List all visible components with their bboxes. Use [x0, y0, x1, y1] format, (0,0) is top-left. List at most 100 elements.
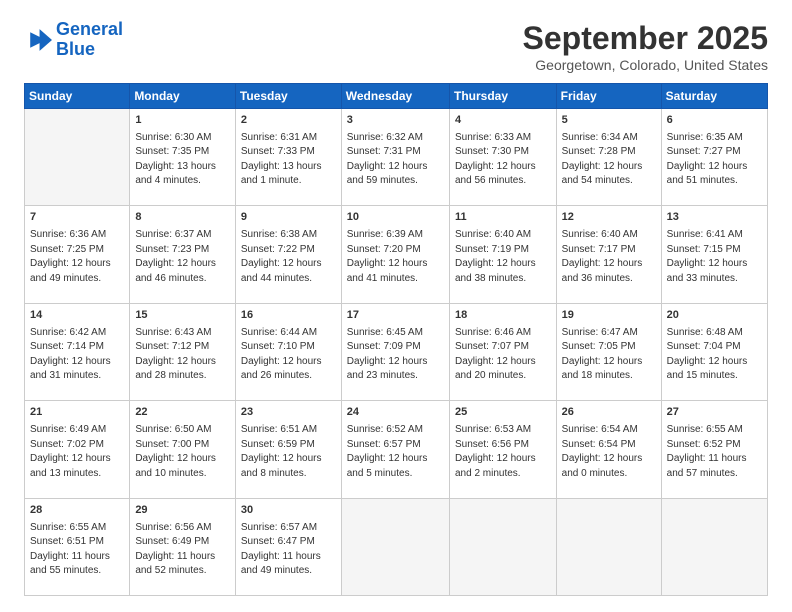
- calendar-cell: 2 Sunrise: 6:31 AM Sunset: 7:33 PM Daylig…: [235, 109, 341, 206]
- calendar-cell: 4 Sunrise: 6:33 AM Sunset: 7:30 PM Daylig…: [449, 109, 556, 206]
- day-number: 18: [455, 308, 551, 324]
- day-number: 7: [30, 210, 124, 226]
- page: General Blue September 2025 Georgetown, …: [0, 0, 792, 612]
- cell-content: Sunrise: 6:56 AM Sunset: 6:49 PM Dayligh…: [135, 521, 230, 579]
- week-row-1: 1Sunrise: 6:30 AM Sunset: 7:35 PM Daylig…: [25, 109, 768, 206]
- calendar-cell: 19 Sunrise: 6:47 AM Sunset: 7:05 PM Dayli…: [556, 303, 661, 400]
- cell-content: Sunrise: 6:48 AM Sunset: 7:04 PM Dayligh…: [667, 326, 762, 384]
- calendar-cell: 29 Sunrise: 6:56 AM Sunset: 6:49 PM Dayli…: [130, 498, 236, 595]
- day-number: 11: [455, 210, 551, 226]
- cell-content: Sunrise: 6:43 AM Sunset: 7:12 PM Dayligh…: [135, 326, 230, 384]
- day-number: 15: [135, 308, 230, 324]
- cell-content: Sunrise: 6:34 AM Sunset: 7:28 PM Dayligh…: [562, 131, 656, 189]
- cell-content: Sunrise: 6:45 AM Sunset: 7:09 PM Dayligh…: [347, 326, 444, 384]
- weekday-header-monday: Monday: [130, 84, 236, 109]
- day-number: 3: [347, 113, 444, 129]
- cell-content: Sunrise: 6:54 AM Sunset: 6:54 PM Dayligh…: [562, 423, 656, 481]
- day-number: 13: [667, 210, 762, 226]
- day-number: 12: [562, 210, 656, 226]
- cell-content: Sunrise: 6:39 AM Sunset: 7:20 PM Dayligh…: [347, 228, 444, 286]
- day-number: 9: [241, 210, 336, 226]
- cell-content: Sunrise: 6:44 AM Sunset: 7:10 PM Dayligh…: [241, 326, 336, 384]
- cell-content: Sunrise: 6:53 AM Sunset: 6:56 PM Dayligh…: [455, 423, 551, 481]
- day-number: 2: [241, 113, 336, 129]
- calendar-cell: 15 Sunrise: 6:43 AM Sunset: 7:12 PM Dayli…: [130, 303, 236, 400]
- day-number: 17: [347, 308, 444, 324]
- calendar-cell: 20 Sunrise: 6:48 AM Sunset: 7:04 PM Dayli…: [661, 303, 767, 400]
- cell-content: Sunrise: 6:41 AM Sunset: 7:15 PM Dayligh…: [667, 228, 762, 286]
- calendar-cell: 11 Sunrise: 6:40 AM Sunset: 7:19 PM Dayli…: [449, 206, 556, 303]
- day-number: 10: [347, 210, 444, 226]
- week-row-2: 7 Sunrise: 6:36 AM Sunset: 7:25 PM Daylig…: [25, 206, 768, 303]
- cell-content: Sunrise: 6:51 AM Sunset: 6:59 PM Dayligh…: [241, 423, 336, 481]
- week-row-5: 28 Sunrise: 6:55 AM Sunset: 6:51 PM Dayli…: [25, 498, 768, 595]
- cell-content: Sunrise: 6:40 AM Sunset: 7:17 PM Dayligh…: [562, 228, 656, 286]
- day-number: 24: [347, 405, 444, 421]
- calendar-cell: 6 Sunrise: 6:35 AM Sunset: 7:27 PM Daylig…: [661, 109, 767, 206]
- week-row-4: 21 Sunrise: 6:49 AM Sunset: 7:02 PM Dayli…: [25, 401, 768, 498]
- month-title: September 2025: [523, 20, 768, 57]
- day-number: 20: [667, 308, 762, 324]
- calendar-cell: 7 Sunrise: 6:36 AM Sunset: 7:25 PM Daylig…: [25, 206, 130, 303]
- day-number: 4: [455, 113, 551, 129]
- day-number: 29: [135, 503, 230, 519]
- calendar-cell: 9 Sunrise: 6:38 AM Sunset: 7:22 PM Daylig…: [235, 206, 341, 303]
- cell-content: Sunrise: 6:49 AM Sunset: 7:02 PM Dayligh…: [30, 423, 124, 481]
- day-number: 8: [135, 210, 230, 226]
- cell-content: Sunrise: 6:35 AM Sunset: 7:27 PM Dayligh…: [667, 131, 762, 189]
- calendar-cell: 3 Sunrise: 6:32 AM Sunset: 7:31 PM Daylig…: [341, 109, 449, 206]
- header: General Blue September 2025 Georgetown, …: [24, 20, 768, 73]
- cell-content: Sunrise: 6:32 AM Sunset: 7:31 PM Dayligh…: [347, 131, 444, 189]
- calendar-cell: 14 Sunrise: 6:42 AM Sunset: 7:14 PM Dayli…: [25, 303, 130, 400]
- cell-content: Sunrise: 6:52 AM Sunset: 6:57 PM Dayligh…: [347, 423, 444, 481]
- calendar-cell: 22Sunrise: 6:50 AM Sunset: 7:00 PM Dayli…: [130, 401, 236, 498]
- weekday-header-friday: Friday: [556, 84, 661, 109]
- day-number: 19: [562, 308, 656, 324]
- day-number: 5: [562, 113, 656, 129]
- weekday-header-saturday: Saturday: [661, 84, 767, 109]
- day-number: 28: [30, 503, 124, 519]
- day-number: 30: [241, 503, 336, 519]
- weekday-header-row: SundayMondayTuesdayWednesdayThursdayFrid…: [25, 84, 768, 109]
- day-number: 23: [241, 405, 336, 421]
- calendar-cell: 30Sunrise: 6:57 AM Sunset: 6:47 PM Dayli…: [235, 498, 341, 595]
- cell-content: Sunrise: 6:33 AM Sunset: 7:30 PM Dayligh…: [455, 131, 551, 189]
- calendar-cell: 25Sunrise: 6:53 AM Sunset: 6:56 PM Dayli…: [449, 401, 556, 498]
- calendar-cell: 8 Sunrise: 6:37 AM Sunset: 7:23 PM Daylig…: [130, 206, 236, 303]
- cell-content: Sunrise: 6:47 AM Sunset: 7:05 PM Dayligh…: [562, 326, 656, 384]
- cell-content: Sunrise: 6:37 AM Sunset: 7:23 PM Dayligh…: [135, 228, 230, 286]
- day-number: 14: [30, 308, 124, 324]
- calendar-cell: 28 Sunrise: 6:55 AM Sunset: 6:51 PM Dayli…: [25, 498, 130, 595]
- cell-content: Sunrise: 6:42 AM Sunset: 7:14 PM Dayligh…: [30, 326, 124, 384]
- cell-content: Sunrise: 6:50 AM Sunset: 7:00 PM Dayligh…: [135, 423, 230, 481]
- day-number: 21: [30, 405, 124, 421]
- calendar-cell: 17 Sunrise: 6:45 AM Sunset: 7:09 PM Dayli…: [341, 303, 449, 400]
- calendar-cell: [341, 498, 449, 595]
- calendar-cell: [25, 109, 130, 206]
- cell-content: Sunrise: 6:46 AM Sunset: 7:07 PM Dayligh…: [455, 326, 551, 384]
- calendar-table: SundayMondayTuesdayWednesdayThursdayFrid…: [24, 83, 768, 596]
- logo: General Blue: [24, 20, 123, 60]
- cell-content: Sunrise: 6:55 AM Sunset: 6:51 PM Dayligh…: [30, 521, 124, 579]
- calendar-cell: 16 Sunrise: 6:44 AM Sunset: 7:10 PM Dayli…: [235, 303, 341, 400]
- cell-content: Sunrise: 6:40 AM Sunset: 7:19 PM Dayligh…: [455, 228, 551, 286]
- day-number: 27: [667, 405, 762, 421]
- cell-content: Sunrise: 6:55 AM Sunset: 6:52 PM Dayligh…: [667, 423, 762, 481]
- title-block: September 2025 Georgetown, Colorado, Uni…: [523, 20, 768, 73]
- day-number: 6: [667, 113, 762, 129]
- cell-content: Sunrise: 6:36 AM Sunset: 7:25 PM Dayligh…: [30, 228, 124, 286]
- weekday-header-thursday: Thursday: [449, 84, 556, 109]
- calendar-cell: [661, 498, 767, 595]
- weekday-header-sunday: Sunday: [25, 84, 130, 109]
- calendar-cell: 24 Sunrise: 6:52 AM Sunset: 6:57 PM Dayli…: [341, 401, 449, 498]
- calendar-cell: 21 Sunrise: 6:49 AM Sunset: 7:02 PM Dayli…: [25, 401, 130, 498]
- calendar-cell: 13 Sunrise: 6:41 AM Sunset: 7:15 PM Dayli…: [661, 206, 767, 303]
- calendar-cell: 5 Sunrise: 6:34 AM Sunset: 7:28 PM Daylig…: [556, 109, 661, 206]
- cell-content: Sunrise: 6:38 AM Sunset: 7:22 PM Dayligh…: [241, 228, 336, 286]
- day-number: 26: [562, 405, 656, 421]
- day-number: 16: [241, 308, 336, 324]
- cell-content: Sunrise: 6:31 AM Sunset: 7:33 PM Dayligh…: [241, 131, 336, 189]
- day-number: 1: [135, 113, 230, 129]
- calendar-cell: 27 Sunrise: 6:55 AM Sunset: 6:52 PM Dayli…: [661, 401, 767, 498]
- weekday-header-tuesday: Tuesday: [235, 84, 341, 109]
